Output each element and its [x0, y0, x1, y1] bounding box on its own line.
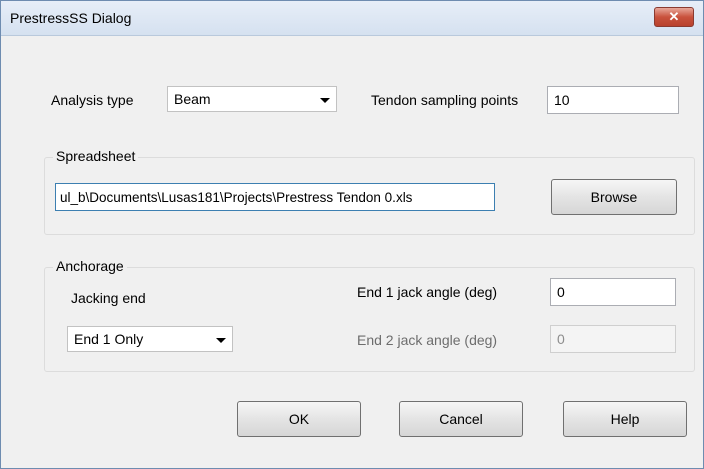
- tendon-sampling-label: Tendon sampling points: [371, 92, 519, 108]
- analysis-type-label: Analysis type: [51, 92, 134, 108]
- anchorage-group-label: Anchorage: [53, 258, 127, 274]
- chevron-down-icon: [216, 338, 226, 343]
- spreadsheet-group-label: Spreadsheet: [53, 148, 139, 164]
- help-button[interactable]: Help: [563, 401, 687, 437]
- dialog-window: PrestressSS Dialog ✕ Analysis type Beam …: [0, 0, 704, 469]
- dialog-title: PrestressSS Dialog: [10, 10, 132, 26]
- ok-button[interactable]: OK: [237, 401, 361, 437]
- browse-button[interactable]: Browse: [551, 179, 677, 215]
- end1-jack-angle-input[interactable]: [550, 278, 676, 306]
- dialog-body: Analysis type Beam Tendon sampling point…: [9, 36, 695, 460]
- jacking-end-label: Jacking end: [71, 290, 146, 306]
- jacking-end-select[interactable]: End 1 Only: [67, 326, 233, 352]
- end2-jack-angle-input: [550, 325, 676, 353]
- spreadsheet-path-input[interactable]: [55, 183, 495, 211]
- end2-jack-angle-label: End 2 jack angle (deg): [357, 332, 498, 348]
- close-icon: ✕: [668, 9, 680, 24]
- close-button[interactable]: ✕: [654, 7, 694, 27]
- analysis-type-select[interactable]: Beam: [167, 86, 337, 112]
- title-bar[interactable]: PrestressSS Dialog ✕: [1, 1, 703, 36]
- chevron-down-icon: [320, 98, 330, 103]
- cancel-button[interactable]: Cancel: [399, 401, 523, 437]
- tendon-sampling-input[interactable]: [547, 86, 679, 114]
- end1-jack-angle-label: End 1 jack angle (deg): [357, 284, 498, 300]
- analysis-type-value: Beam: [174, 91, 211, 107]
- jacking-end-value: End 1 Only: [74, 331, 144, 347]
